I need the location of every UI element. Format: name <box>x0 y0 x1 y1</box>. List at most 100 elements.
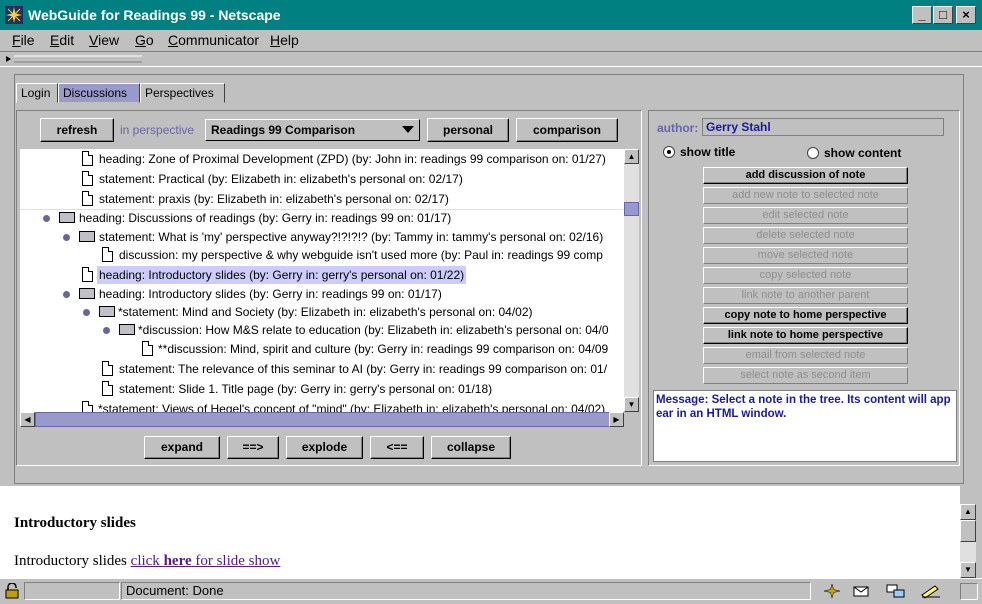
tree-row[interactable]: *discussion: How M&S relate to education… <box>20 321 624 339</box>
previous-button[interactable]: <== <box>370 436 424 459</box>
perspective-select[interactable]: Readings 99 Comparison <box>205 119 420 141</box>
close-button[interactable]: × <box>956 6 976 24</box>
select-second-item-button[interactable]: select note as second item <box>703 367 908 384</box>
message-box: Message: Select a note in the tree. Its … <box>653 390 957 462</box>
note-document-icon <box>142 341 153 356</box>
scroll-thumb[interactable] <box>624 202 639 216</box>
expand-node-icon[interactable] <box>83 309 90 316</box>
expand-node-icon[interactable] <box>103 327 110 334</box>
note-document-icon <box>82 171 93 186</box>
scroll-down-arrow-icon[interactable]: ▼ <box>960 562 976 578</box>
add-discussion-button[interactable]: add discussion of note <box>703 167 908 184</box>
scroll-left-arrow-icon[interactable]: ◀ <box>20 412 35 427</box>
note-document-icon <box>82 151 93 166</box>
minimize-button[interactable]: _ <box>912 6 932 24</box>
scroll-thumb[interactable] <box>35 412 615 427</box>
author-label: author: <box>657 121 699 135</box>
menu-view[interactable]: View <box>89 32 119 48</box>
expand-node-icon[interactable] <box>43 215 50 222</box>
scroll-up-arrow-icon[interactable]: ▲ <box>624 149 639 164</box>
tree-vertical-scrollbar[interactable]: ▲ ▼ <box>624 149 639 412</box>
edit-note-button[interactable]: edit selected note <box>703 207 908 224</box>
refresh-button[interactable]: refresh <box>40 118 114 142</box>
status-text: Document: Done <box>121 582 811 600</box>
tree-row[interactable]: heading: Discussions of readings (by: Ge… <box>20 209 624 227</box>
tab-login[interactable]: Login <box>16 83 58 103</box>
tree-row[interactable]: statement: What is 'my' perspective anyw… <box>20 228 624 246</box>
mail-icon[interactable] <box>852 583 872 599</box>
in-perspective-label: in perspective <box>120 123 195 137</box>
menu-file[interactable]: File <box>12 32 35 48</box>
tree-row-selected[interactable]: heading: Introductory slides (by: Gerry … <box>20 266 624 284</box>
personal-button[interactable]: personal <box>427 118 509 142</box>
menu-bar: File Edit View Go Communicator Help <box>0 30 982 51</box>
tree-row[interactable]: *statement: Views of Hegel's concept of … <box>20 400 624 412</box>
show-title-label[interactable]: show title <box>680 145 735 159</box>
tree-row[interactable]: statement: Slide 1. Title page (by: Gerr… <box>20 380 624 398</box>
tree-row[interactable]: statement: Practical (by: Elizabeth in: … <box>20 170 624 188</box>
folder-icon <box>79 288 95 299</box>
message-line-2: ear in an HTML window. <box>656 408 787 420</box>
tree-row[interactable]: heading: Introductory slides (by: Gerry … <box>20 285 624 303</box>
progress-field <box>24 582 120 600</box>
folder-icon <box>119 324 135 335</box>
slide-show-link[interactable]: click here for slide show <box>131 553 281 569</box>
content-vertical-scrollbar[interactable]: ▲ ▼ <box>960 504 976 578</box>
expand-node-icon[interactable] <box>63 291 70 298</box>
tree-row[interactable]: **discussion: Mind, spirit and culture (… <box>20 340 624 358</box>
toolbar-grip-icon <box>6 55 142 63</box>
scroll-down-arrow-icon[interactable]: ▼ <box>624 397 639 412</box>
delete-note-button[interactable]: delete selected note <box>703 227 908 244</box>
collapsed-toolbar[interactable] <box>0 51 982 67</box>
move-note-button[interactable]: move selected note <box>703 247 908 264</box>
link-note-parent-button[interactable]: link note to another parent <box>703 287 908 304</box>
netscape-logo-icon <box>5 6 23 24</box>
expand-node-icon[interactable] <box>63 234 70 241</box>
scroll-up-arrow-icon[interactable]: ▲ <box>960 504 976 520</box>
tree-row[interactable]: *statement: Mind and Society (by: Elizab… <box>20 303 624 321</box>
expand-button[interactable]: expand <box>144 436 220 459</box>
menu-edit[interactable]: Edit <box>50 32 74 48</box>
scroll-right-arrow-icon[interactable]: ▶ <box>609 412 624 427</box>
note-document-icon <box>82 401 93 412</box>
tree-horizontal-scrollbar[interactable]: ◀ ▶ <box>20 412 624 427</box>
note-document-icon <box>102 247 113 262</box>
resize-grip[interactable] <box>960 583 978 600</box>
security-lock-icon[interactable] <box>4 583 20 599</box>
add-new-note-button[interactable]: add new note to selected note <box>703 187 908 204</box>
collapse-button[interactable]: collapse <box>431 436 511 459</box>
content-heading: Introductory slides <box>14 515 136 531</box>
composer-icon[interactable] <box>920 583 942 599</box>
menu-help[interactable]: Help <box>270 32 299 48</box>
discussion-groups-icon[interactable] <box>886 583 906 599</box>
html-content-area: Introductory slides Introductory slides … <box>0 486 960 578</box>
discussion-tree[interactable]: heading: Zone of Proximal Development (Z… <box>20 149 624 412</box>
folder-icon <box>79 231 95 242</box>
message-line-1: Message: Select a note in the tree. Its … <box>656 394 951 406</box>
explode-button[interactable]: explode <box>286 436 363 459</box>
tree-row[interactable]: heading: Zone of Proximal Development (Z… <box>20 150 624 168</box>
menu-go[interactable]: Go <box>135 32 154 48</box>
menu-communicator[interactable]: Communicator <box>168 32 259 48</box>
tab-discussions[interactable]: Discussions <box>58 83 140 103</box>
comparison-button[interactable]: comparison <box>516 118 618 142</box>
chevron-down-icon <box>402 126 414 133</box>
scroll-thumb[interactable] <box>960 520 976 542</box>
perspective-select-value: Readings 99 Comparison <box>211 123 356 137</box>
copy-to-home-button[interactable]: copy note to home perspective <box>703 307 908 324</box>
navigator-icon[interactable] <box>823 583 841 599</box>
maximize-button[interactable]: □ <box>933 6 953 24</box>
tab-perspectives[interactable]: Perspectives <box>140 83 225 103</box>
folder-icon <box>99 306 115 317</box>
note-document-icon <box>82 191 93 206</box>
tree-row[interactable]: discussion: my perspective & why webguid… <box>20 246 624 264</box>
copy-note-button[interactable]: copy selected note <box>703 267 908 284</box>
show-title-radio[interactable] <box>663 146 675 158</box>
link-to-home-button[interactable]: link note to home perspective <box>703 327 908 344</box>
show-content-label[interactable]: show content <box>824 146 901 160</box>
show-content-radio[interactable] <box>807 147 819 159</box>
tree-row[interactable]: statement: The relevance of this seminar… <box>20 360 624 378</box>
next-button[interactable]: ==> <box>227 436 279 459</box>
tree-row[interactable]: statement: praxis (by: Elizabeth in: eli… <box>20 190 624 208</box>
email-note-button[interactable]: email from selected note <box>703 347 908 364</box>
